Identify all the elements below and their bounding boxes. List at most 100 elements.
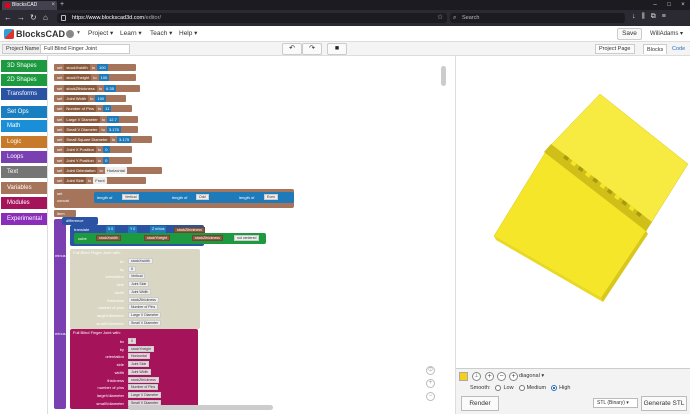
variable-value[interactable]: Horizontal (104, 167, 127, 174)
render-button[interactable]: Render (461, 396, 499, 411)
view-mode-select[interactable]: diagonal ▾ (519, 372, 544, 381)
set-variable-block[interactable]: set stockZthickness to 6.35 (54, 84, 140, 92)
module-param-value[interactable]: Large V Diameter (128, 391, 162, 398)
language-globe-icon[interactable] (66, 30, 74, 38)
set-variable-block[interactable]: set Joint Orientation to Horizontal (54, 167, 162, 174)
set-variable-block[interactable]: set Joint Y Position to 0 (54, 156, 132, 164)
module-param-value[interactable]: Number of Pins (128, 304, 159, 311)
set-variable-block[interactable]: set Joint Side to Front (54, 177, 146, 185)
module-param-value[interactable]: Vertical (128, 273, 146, 280)
module-param-value[interactable]: Joint Side (128, 281, 150, 288)
translate-y-value[interactable]: Y 0 (128, 226, 138, 233)
module-param-value[interactable]: stockXwidth (128, 258, 153, 264)
zoom-in-icon[interactable]: + (426, 379, 435, 388)
set-variable-block[interactable]: set Small V Diameter to 3.175 (54, 125, 138, 133)
category-text[interactable]: Text (1, 166, 47, 178)
translate-z-value[interactable]: Z minus (150, 226, 167, 233)
variable-name[interactable]: Joint Y Position (64, 156, 96, 164)
module-param-value[interactable]: Small V Diameter (128, 319, 162, 326)
item-block[interactable]: item (54, 210, 76, 217)
category-loops[interactable]: Loops (1, 151, 47, 163)
zoom-reset-icon[interactable]: ⊙ (426, 366, 435, 375)
workspace-horizontal-scrollbar[interactable] (128, 405, 273, 410)
project-page-button[interactable]: Project Page (595, 44, 635, 54)
variable-name[interactable]: Small Square Diameter (64, 136, 110, 144)
save-button[interactable]: Save (617, 28, 642, 40)
category-variables[interactable]: Variables (1, 182, 47, 194)
variable-name[interactable]: stockZthickness (64, 84, 97, 92)
color-swatch[interactable] (459, 372, 468, 381)
menu-project[interactable]: Project ▾ (88, 29, 113, 39)
format-select[interactable]: STL (Binary) ▾ (593, 398, 638, 408)
length-of-block[interactable]: length of Vertical length of Odd length … (94, 192, 294, 203)
axes-icon[interactable]: ⊥ (472, 372, 481, 381)
undo-button[interactable]: ↶ (282, 43, 302, 55)
variable-name[interactable]: stockYheight (64, 74, 92, 82)
not-centered-chip[interactable]: not centered (234, 235, 260, 241)
zoom-out-render-icon[interactable]: − (497, 372, 506, 381)
close-tab-icon[interactable]: × (51, 1, 55, 10)
variable-value[interactable]: 3.175 (117, 136, 132, 144)
extensions-icon[interactable]: ⧉ (651, 13, 656, 21)
module1-block[interactable]: Full Blind Finger Joint with: bx stockXwi… (70, 249, 200, 329)
new-tab-icon[interactable]: + (60, 0, 64, 10)
library-icon[interactable]: ⫼ (642, 13, 645, 21)
trash-button[interactable]: ■ (327, 43, 347, 55)
variable-name[interactable]: Large V Diameter (64, 115, 100, 123)
category-3d-shapes[interactable]: 3D Shapes (1, 60, 47, 72)
user-menu[interactable]: WillAdams ▾ (650, 29, 683, 39)
smooth-low[interactable]: Low (495, 384, 514, 392)
module-param-value[interactable]: stockZthickness (128, 296, 159, 303)
module-param-value[interactable]: Horizontal (128, 353, 150, 360)
variable-value[interactable]: 100 (95, 94, 107, 102)
variable-value[interactable]: 100 (98, 74, 110, 82)
cube-z-var[interactable]: stockZthickness (192, 235, 223, 241)
forward-icon[interactable]: → (17, 13, 25, 23)
cube-x-var[interactable]: stockXwidth (96, 235, 121, 241)
variable-value[interactable]: 12.7 (107, 115, 119, 123)
module-param-value[interactable]: stockZthickness (128, 376, 159, 383)
module-param-value[interactable]: Joint Width (128, 288, 152, 295)
module-param-value[interactable]: stockYheight (128, 345, 155, 352)
set-concat-block[interactable]: set concat length of Vertical length of … (54, 189, 294, 208)
translate-x-value[interactable]: X 0 (106, 226, 116, 233)
zoom-in-render-icon[interactable]: + (485, 372, 494, 381)
project-name-input[interactable]: Full Blind Finger Joint (40, 44, 130, 54)
variable-value[interactable]: 0 (103, 146, 110, 154)
module-param-value[interactable]: Joint Side (128, 361, 150, 368)
category-logic[interactable]: Logic (1, 136, 47, 148)
reload-icon[interactable]: ↻ (30, 13, 37, 23)
bookmark-star-icon[interactable]: ☆ (437, 13, 443, 21)
category-modules[interactable]: Modules (1, 197, 47, 209)
variable-name[interactable]: Joint Side (64, 177, 86, 185)
variable-name[interactable]: Number of Pins (64, 105, 96, 113)
workspace-vertical-scrollbar[interactable] (441, 66, 446, 86)
menu-learn[interactable]: Learn ▾ (120, 29, 142, 39)
maximize-icon[interactable]: □ (662, 0, 676, 10)
download-icon[interactable]: ↓ (632, 13, 636, 21)
odd-text-chip[interactable]: Odd (196, 194, 209, 200)
set-variable-block[interactable]: set Small Square Diameter to 3.175 (54, 136, 152, 144)
smooth-medium[interactable]: Medium (518, 384, 546, 392)
variable-value[interactable]: 100 (97, 64, 108, 71)
module-param-value[interactable]: 5 (128, 265, 136, 272)
set-variable-block[interactable]: set stockYheight to 100 (54, 74, 136, 82)
module2-block[interactable]: Full Blind Finger Joint with: bx 0 by stock… (70, 329, 198, 409)
variable-name[interactable]: Joint Width (64, 94, 89, 102)
module-param-value[interactable]: 0 (128, 338, 136, 344)
redo-button[interactable]: ↷ (302, 43, 322, 55)
variable-value[interactable]: 11 (103, 105, 112, 113)
back-icon[interactable]: ← (4, 13, 12, 23)
variable-value[interactable]: 6.35 (104, 84, 116, 92)
smooth-high[interactable]: High (551, 384, 570, 392)
even-text-chip[interactable]: Even (264, 194, 278, 200)
blocks-workspace[interactable]: set stockXwidth to 100 set stockYheight to 100 s… (47, 56, 453, 414)
category-set-ops[interactable]: Set Ops (1, 106, 47, 118)
variable-value[interactable]: 0 (103, 156, 110, 164)
category-math[interactable]: Math (1, 120, 47, 132)
url-bar[interactable]: https://www.blockscad3d.com/editor/ (57, 13, 447, 23)
variable-name[interactable]: Joint X Position (64, 146, 96, 154)
home-icon[interactable]: ⌂ (43, 13, 48, 23)
category-transforms[interactable]: Transforms (1, 88, 47, 100)
cube-y-var[interactable]: stockYheight (144, 235, 171, 241)
